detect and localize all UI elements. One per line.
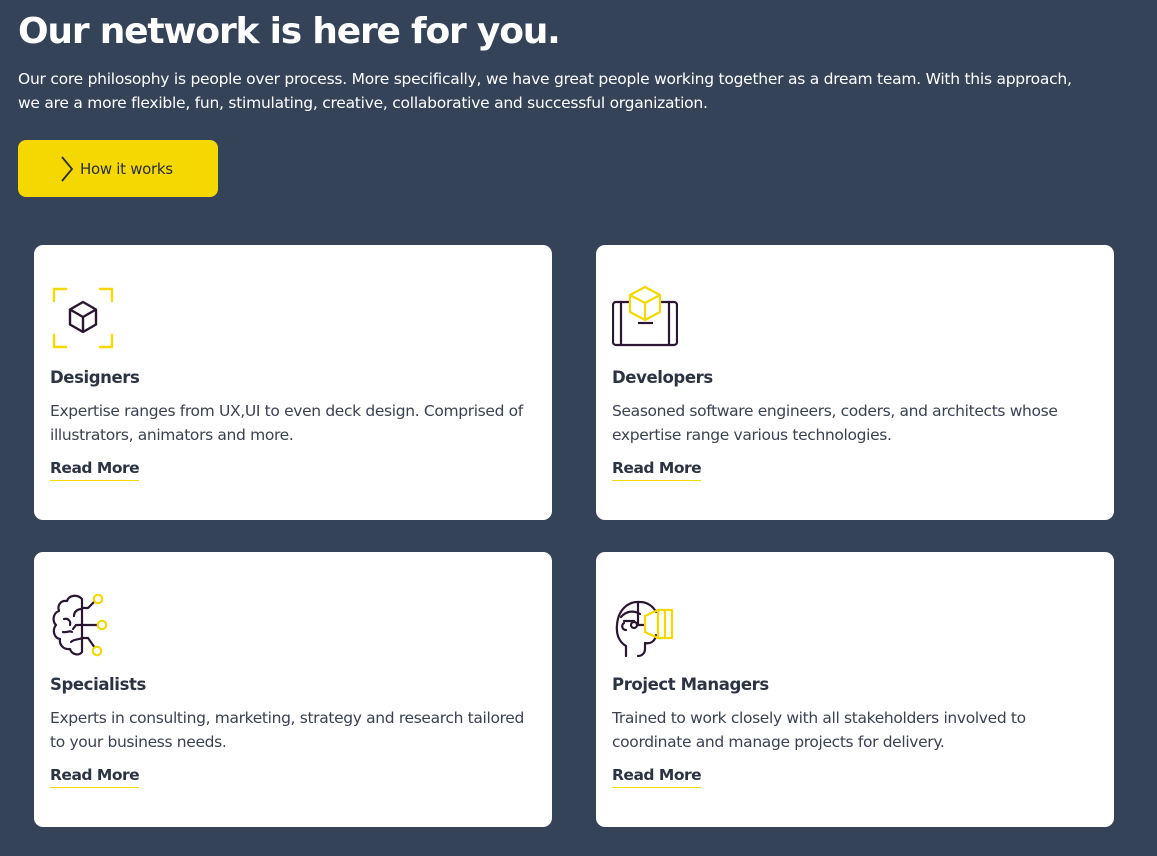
card-title: Designers: [50, 368, 140, 387]
hero-description: Our core philosophy is people over proce…: [18, 70, 1072, 112]
read-more-link[interactable]: Read More: [612, 764, 702, 788]
card-description: Trained to work closely with all stakeho…: [612, 709, 1026, 751]
card-title: Specialists: [50, 675, 146, 694]
read-more-link[interactable]: Read More: [50, 457, 140, 481]
how-it-works-label: How it works: [80, 159, 173, 178]
card-developers: Developers Seasoned software engineers, …: [596, 245, 1114, 520]
cube-frame-icon: [50, 285, 116, 351]
card-description: Expertise ranges from UX,UI to even deck…: [50, 402, 523, 444]
head-vision-icon: [612, 592, 678, 658]
how-it-works-button[interactable]: How it works: [18, 140, 218, 197]
card-title: Developers: [612, 368, 713, 387]
card-description: Seasoned software engineers, coders, and…: [612, 402, 1058, 444]
chevron-right-icon: [60, 155, 74, 182]
card-project-managers: Project Managers Trained to work closely…: [596, 552, 1114, 827]
read-more-link[interactable]: Read More: [50, 764, 140, 788]
device-cube-icon: [611, 285, 679, 351]
card-title: Project Managers: [612, 675, 769, 694]
card-specialists: Specialists Experts in consulting, marke…: [34, 552, 552, 827]
read-more-link[interactable]: Read More: [612, 457, 702, 481]
brain-circuit-icon: [50, 592, 116, 658]
card-designers: Designers Expertise ranges from UX,UI to…: [34, 245, 552, 520]
page-title: Our network is here for you.: [18, 11, 561, 52]
card-description: Experts in consulting, marketing, strate…: [50, 709, 524, 751]
